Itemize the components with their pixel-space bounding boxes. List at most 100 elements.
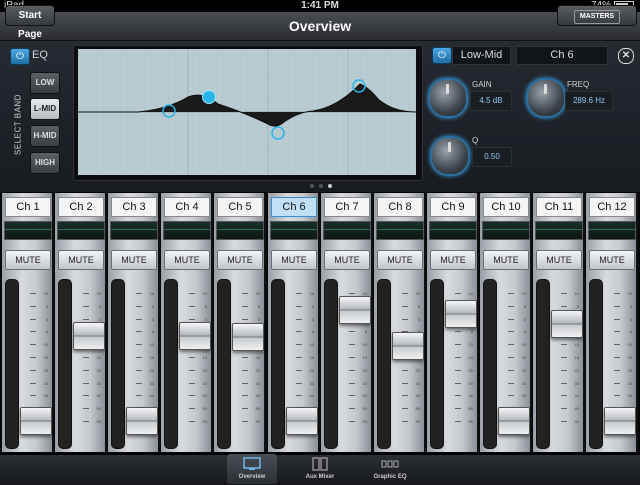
scale-label: 20 <box>309 367 314 373</box>
mute-button[interactable]: MUTE <box>271 250 317 270</box>
eq-graph[interactable] <box>78 49 416 175</box>
channel-name-button[interactable]: Ch 7 <box>324 197 370 217</box>
channel-name-button[interactable]: Ch 9 <box>430 197 476 217</box>
mute-button[interactable]: MUTE <box>483 250 529 270</box>
mute-button[interactable]: MUTE <box>164 250 210 270</box>
scale-tick <box>349 408 355 410</box>
fader-knob[interactable] <box>20 406 52 435</box>
mute-button[interactable]: MUTE <box>58 250 104 270</box>
scale-label: 60 <box>574 406 579 412</box>
channel-name-button[interactable]: Ch 4 <box>164 197 210 217</box>
scale-tick <box>83 421 89 422</box>
band-power-icon[interactable]: ⏻ <box>432 47 452 64</box>
scale-tick <box>455 382 461 384</box>
gain-knob[interactable] <box>428 78 468 118</box>
tab-aux-mixer[interactable]: Aux Mixer <box>295 454 345 484</box>
eq-channel-name: Ch 6 <box>516 46 608 65</box>
scale-label: 15 <box>43 355 48 360</box>
channel-strip: Ch 10MUTE1050510152030406090 <box>480 193 532 452</box>
scale-label: 20 <box>149 367 154 373</box>
channel-name-button[interactable]: Ch 6 <box>271 197 317 217</box>
scale-tick <box>614 395 620 397</box>
scale-tick <box>455 421 461 422</box>
channel-name-button[interactable]: Ch 2 <box>58 197 104 217</box>
scale-label: 90 <box>202 419 207 424</box>
scale-tick <box>296 395 302 397</box>
mute-button[interactable]: MUTE <box>430 250 476 270</box>
channel-name-button[interactable]: Ch 3 <box>111 197 157 217</box>
scale-label: 60 <box>202 406 207 412</box>
tab-graphic-eq[interactable]: Graphic EQ <box>365 454 415 484</box>
fader-knob[interactable] <box>604 406 636 435</box>
scale-label: 10 <box>521 342 526 348</box>
scale-label: 20 <box>362 367 367 373</box>
fader-knob[interactable] <box>339 296 371 325</box>
band-button-h-mid[interactable]: H-MID <box>30 125 60 147</box>
scale-label: 5 <box>204 303 207 309</box>
fader-knob[interactable] <box>286 406 318 435</box>
masters-button[interactable]: MASTERS <box>557 5 637 26</box>
fader-track <box>164 279 178 449</box>
band-button-high[interactable]: HIGH <box>30 152 60 174</box>
channel-name-button[interactable]: Ch 12 <box>589 197 635 217</box>
channel-name-button[interactable]: Ch 11 <box>536 197 582 217</box>
scale-label: 10 <box>255 291 260 296</box>
mute-button[interactable]: MUTE <box>324 250 370 270</box>
scale-tick <box>561 408 567 410</box>
band-button-l-mid[interactable]: L-MID <box>30 98 60 120</box>
mute-button[interactable]: MUTE <box>377 250 423 270</box>
scale-label: 20 <box>574 367 579 373</box>
scale-tick <box>402 293 408 294</box>
scale-tick <box>349 344 355 346</box>
start-page-button[interactable]: Start Page <box>5 5 55 40</box>
fader-knob[interactable] <box>179 321 211 350</box>
fader-track <box>377 279 391 449</box>
scale-tick <box>508 331 514 333</box>
scale-tick <box>136 357 142 358</box>
channel-name-button[interactable]: Ch 5 <box>217 197 263 217</box>
fader-knob[interactable] <box>73 321 105 350</box>
mute-button[interactable]: MUTE <box>111 250 157 270</box>
mute-button[interactable]: MUTE <box>217 250 263 270</box>
eq-power-icon[interactable]: ⏻ <box>10 48 30 65</box>
scale-tick <box>136 293 142 294</box>
scale-label: 10 <box>627 342 632 348</box>
scale-tick <box>402 318 408 320</box>
channel-name-button[interactable]: Ch 8 <box>377 197 423 217</box>
close-icon[interactable]: ✕ <box>618 48 634 64</box>
mute-button[interactable]: MUTE <box>589 250 635 270</box>
freq-knob[interactable] <box>526 78 566 118</box>
fader-knob[interactable] <box>392 331 424 360</box>
tab-overview-label: Overview <box>238 474 266 480</box>
mute-button[interactable]: MUTE <box>536 250 582 270</box>
scale-tick <box>561 382 567 384</box>
mute-button[interactable]: MUTE <box>5 250 51 270</box>
channel-name-button[interactable]: Ch 10 <box>483 197 529 217</box>
fader-track <box>430 279 444 449</box>
scale-tick <box>455 293 461 294</box>
channel-strip: Ch 7MUTE1050510152030406090 <box>321 193 373 452</box>
scale-label: 10 <box>521 291 526 296</box>
scale-label: 30 <box>574 380 579 386</box>
scale-tick <box>614 305 620 307</box>
fader-knob[interactable] <box>498 406 530 435</box>
fader-knob[interactable] <box>445 300 477 329</box>
scale-label: 60 <box>255 406 260 412</box>
channel-name-button[interactable]: Ch 1 <box>5 197 51 217</box>
q-knob[interactable] <box>430 136 470 176</box>
level-meter <box>216 221 264 240</box>
scale-label: 5 <box>629 303 632 309</box>
tab-overview[interactable]: Overview <box>227 454 277 484</box>
scale-tick <box>402 395 408 397</box>
scale-label: 40 <box>149 393 154 399</box>
fader-knob[interactable] <box>232 323 264 352</box>
fader-knob[interactable] <box>126 406 158 435</box>
scale-label: 15 <box>149 355 154 360</box>
scale-tick <box>242 318 248 320</box>
fader-knob[interactable] <box>551 310 583 339</box>
scale-tick <box>136 382 142 384</box>
band-button-low[interactable]: LOW <box>30 72 60 94</box>
scale-label: 0 <box>257 316 260 322</box>
scale-label: 5 <box>311 329 314 335</box>
channel-strip: Ch 3MUTE1050510152030406090 <box>108 193 160 452</box>
